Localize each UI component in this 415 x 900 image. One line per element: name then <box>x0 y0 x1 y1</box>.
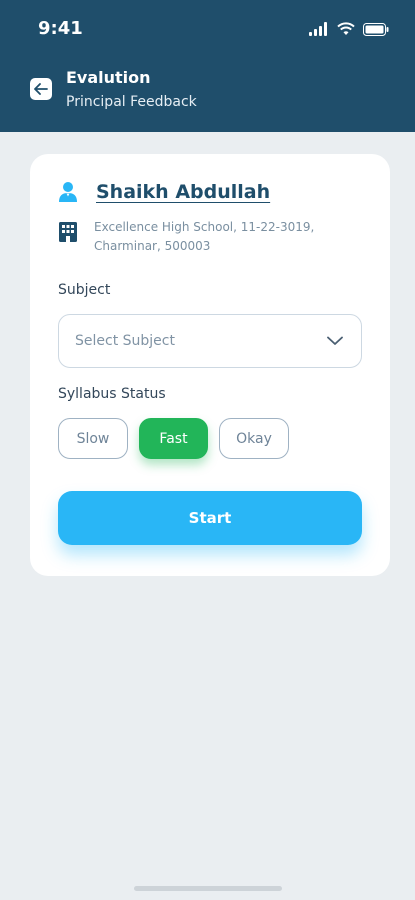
subject-select[interactable]: Select Subject <box>58 314 362 368</box>
status-icons <box>309 20 389 38</box>
battery-icon <box>363 22 389 36</box>
feedback-card: Shaikh Abdullah Excellence High School, … <box>30 154 390 576</box>
school-address-line1: Excellence High School, 11-22-3019, <box>94 220 315 234</box>
wifi-icon <box>337 22 355 35</box>
status-option-okay[interactable]: Okay <box>219 418 289 459</box>
syllabus-status-options: Slow Fast Okay <box>58 418 289 459</box>
app-header: 9:41 Evalution Principal Feedback <box>0 0 415 132</box>
school-address: Excellence High School, 11-22-3019, Char… <box>94 218 314 256</box>
status-option-slow[interactable]: Slow <box>58 418 128 459</box>
subject-select-placeholder: Select Subject <box>75 333 175 349</box>
status-bar: 9:41 <box>0 0 415 60</box>
school-address-line2: Charminar, 500003 <box>94 239 211 253</box>
school-row: Excellence High School, 11-22-3019, Char… <box>58 218 368 256</box>
building-icon <box>59 222 77 242</box>
syllabus-status-label: Syllabus Status <box>58 386 166 402</box>
teacher-row: Shaikh Abdullah <box>58 178 270 206</box>
back-button[interactable] <box>30 78 52 100</box>
status-time: 9:41 <box>38 18 83 39</box>
page-subtitle: Principal Feedback <box>66 94 197 110</box>
signal-icon <box>309 22 327 36</box>
chevron-down-icon <box>327 336 343 345</box>
home-indicator <box>134 886 282 891</box>
page-title: Evalution <box>66 68 151 87</box>
arrow-left-icon <box>34 83 48 95</box>
start-button[interactable]: Start <box>58 491 362 545</box>
teacher-name-link[interactable]: Shaikh Abdullah <box>96 181 270 203</box>
user-icon <box>59 182 77 202</box>
subject-label: Subject <box>58 282 111 298</box>
status-option-fast[interactable]: Fast <box>139 418 208 459</box>
